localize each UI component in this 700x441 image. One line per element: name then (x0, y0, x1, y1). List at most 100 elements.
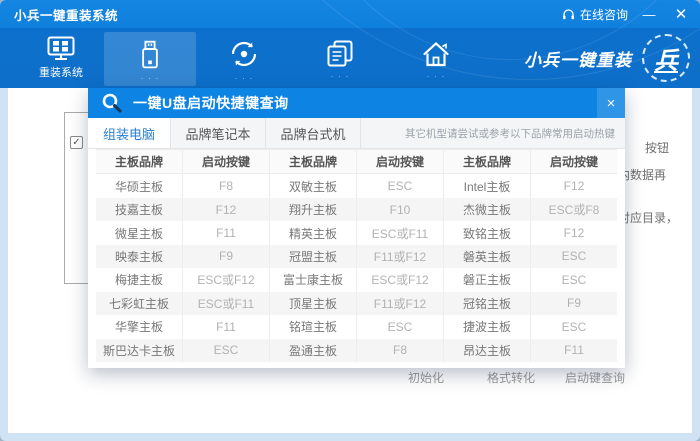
brand-cell: 翔升主板 (270, 198, 357, 221)
brand-logo-mark: 兵 (642, 34, 690, 82)
magnifier-icon (101, 92, 123, 114)
format-convert-button[interactable]: 格式转化 (487, 369, 535, 386)
dialog-close-button[interactable]: × (597, 88, 625, 118)
brand-cell: 双敏主板 (270, 174, 357, 197)
brand-cell: 冠铭主板 (444, 292, 531, 315)
boot-key-cell: F9 (183, 245, 270, 268)
column-header: 主板品牌 (270, 150, 357, 173)
boot-key-cell: ESC或F12 (183, 268, 270, 291)
brand-cell: 微星主板 (96, 221, 183, 244)
boot-key-cell: ESC (531, 315, 617, 338)
online-service-label: 在线咨询 (580, 6, 628, 23)
tab-brand-laptop[interactable]: 品牌笔记本 (171, 118, 266, 148)
boot-key-cell: ESC (531, 245, 617, 268)
column-header: 主板品牌 (96, 150, 183, 173)
online-service-button[interactable]: 在线咨询 (561, 6, 628, 23)
brand-cell: 斯巴达卡主板 (96, 339, 183, 362)
table-row: 微星主板F11精英主板ESC或F11致铭主板F12 (96, 221, 617, 244)
boot-key-cell: F11 (183, 315, 270, 338)
titlebar: 小兵一键重装系统 在线咨询 — ✕ (0, 0, 700, 28)
nav-item-usb-boot[interactable] (104, 32, 196, 86)
boot-key-cell: F12 (531, 174, 617, 197)
nav-item-reinstall-system[interactable]: 重装系统 (18, 36, 104, 80)
brand-cell: 华硕主板 (96, 174, 183, 197)
brand-cell: 铭瑄主板 (270, 315, 357, 338)
boot-key-cell: F9 (531, 292, 617, 315)
background-text-fragment: 按钮 (645, 139, 669, 156)
app-window: 小兵一键重装系统 在线咨询 — ✕ (0, 0, 700, 441)
table-row: 华擎主板F11铭瑄主板ESC捷波主板ESC (96, 315, 617, 338)
monitor-reinstall-icon (47, 36, 75, 61)
window-close-button[interactable]: ✕ (670, 3, 692, 25)
boot-key-cell: F8 (357, 339, 444, 362)
tab-assembled-pc[interactable]: 组装电脑 (88, 118, 171, 148)
table-row: 梅捷主板ESC或F12富士康主板ESC或F12磐正主板ESC (96, 268, 617, 291)
nav-reinstall-label: 重装系统 (39, 64, 83, 80)
column-header: 启动按键 (183, 150, 270, 173)
brand-cell: 七彩虹主板 (96, 292, 183, 315)
nav-dots (331, 73, 350, 77)
nav-dots (141, 75, 160, 79)
boot-key-cell: F11 (183, 221, 270, 244)
brand-cell: 磐英主板 (444, 245, 531, 268)
nav-item-home[interactable] (388, 31, 484, 85)
brand-cell: 富士康主板 (270, 268, 357, 291)
boot-key-cell: F8 (183, 174, 270, 197)
table-row: 华硕主板F8双敏主板ESCIntel主板F12 (96, 174, 617, 197)
nav-item-backup-restore[interactable] (196, 31, 292, 85)
brand-cell: 磐正主板 (444, 268, 531, 291)
brand-cell: 精英主板 (270, 221, 357, 244)
boot-key-cell: F11或F12 (357, 292, 444, 315)
column-header: 启动按键 (357, 150, 444, 173)
table-header-row: 主板品牌启动按键主板品牌启动按键主板品牌启动按键 (96, 149, 617, 174)
table-row: 技嘉主板F12翔升主板F10杰微主板ESC或F8 (96, 198, 617, 221)
tab-hint-text: 其它机型请尝试或参考以下品牌常用启动热键 (361, 118, 625, 148)
dialog-header: 一键U盘启动快捷键查询 × (88, 88, 625, 118)
boot-key-cell: ESC或F12 (357, 268, 444, 291)
brand-cell: 盈通主板 (270, 339, 357, 362)
column-header: 主板品牌 (444, 150, 531, 173)
boot-key-cell: F10 (357, 198, 444, 221)
brand-cell: 顶星主板 (270, 292, 357, 315)
tab-brand-desktop[interactable]: 品牌台式机 (266, 118, 361, 148)
boot-key-query-button[interactable]: 启动键查询 (565, 369, 625, 386)
dialog-title: 一键U盘启动快捷键查询 (133, 93, 289, 113)
brand-logo-glyph: 兵 (654, 41, 678, 76)
documents-icon (326, 40, 354, 68)
column-header: 启动按键 (531, 150, 617, 173)
boot-key-cell: ESC或F8 (531, 198, 617, 221)
boot-hotkey-dialog: 一键U盘启动快捷键查询 × 组装电脑 品牌笔记本 品牌台式机 其它机型请尝试或参… (88, 88, 625, 368)
background-text-fragment: 内数据再 (618, 166, 666, 183)
brand-cell: 捷波主板 (444, 315, 531, 338)
brand-cell: 致铭主板 (444, 221, 531, 244)
initialize-button[interactable]: 初始化 (408, 369, 444, 386)
minimize-button[interactable]: — (638, 3, 660, 25)
brand-logo-text: 小兵一键重装 (524, 46, 632, 71)
dialog-tabbar: 组装电脑 品牌笔记本 品牌台式机 其它机型请尝试或参考以下品牌常用启动热键 (88, 118, 625, 149)
background-text-fragment: 对应目录， (618, 209, 678, 226)
boot-key-cell: ESC或F11 (183, 292, 270, 315)
nav-item-documents[interactable] (292, 31, 388, 85)
brand-cell: 杰微主板 (444, 198, 531, 221)
nav-dots (235, 75, 254, 79)
table-row: 七彩虹主板ESC或F11顶星主板F11或F12冠铭主板F9 (96, 292, 617, 315)
brand-cell: 华擎主板 (96, 315, 183, 338)
brand-logo: 小兵一键重装 兵 (524, 28, 690, 88)
nav-dots (427, 73, 446, 77)
boot-key-cell: ESC (531, 268, 617, 291)
table-row: 斯巴达卡主板ESC盈通主板F8昂达主板F11 (96, 339, 617, 362)
background-toolbar: 初始化 格式转化 启动键查询 (8, 369, 692, 389)
boot-key-cell: ESC (357, 174, 444, 197)
backup-restore-icon (228, 38, 260, 70)
app-title: 小兵一键重装系统 (14, 5, 118, 24)
drive-checkbox[interactable]: ✓ (70, 136, 83, 149)
brand-cell: 技嘉主板 (96, 198, 183, 221)
brand-cell: 梅捷主板 (96, 268, 183, 291)
usb-boot-icon (139, 40, 161, 70)
brand-cell: 冠盟主板 (270, 245, 357, 268)
boot-key-cell: ESC (357, 315, 444, 338)
brand-cell: Intel主板 (444, 174, 531, 197)
brand-cell: 映泰主板 (96, 245, 183, 268)
boot-key-cell: F11或F12 (357, 245, 444, 268)
hotkey-table: 主板品牌启动按键主板品牌启动按键主板品牌启动按键华硕主板F8双敏主板ESCInt… (96, 149, 617, 362)
